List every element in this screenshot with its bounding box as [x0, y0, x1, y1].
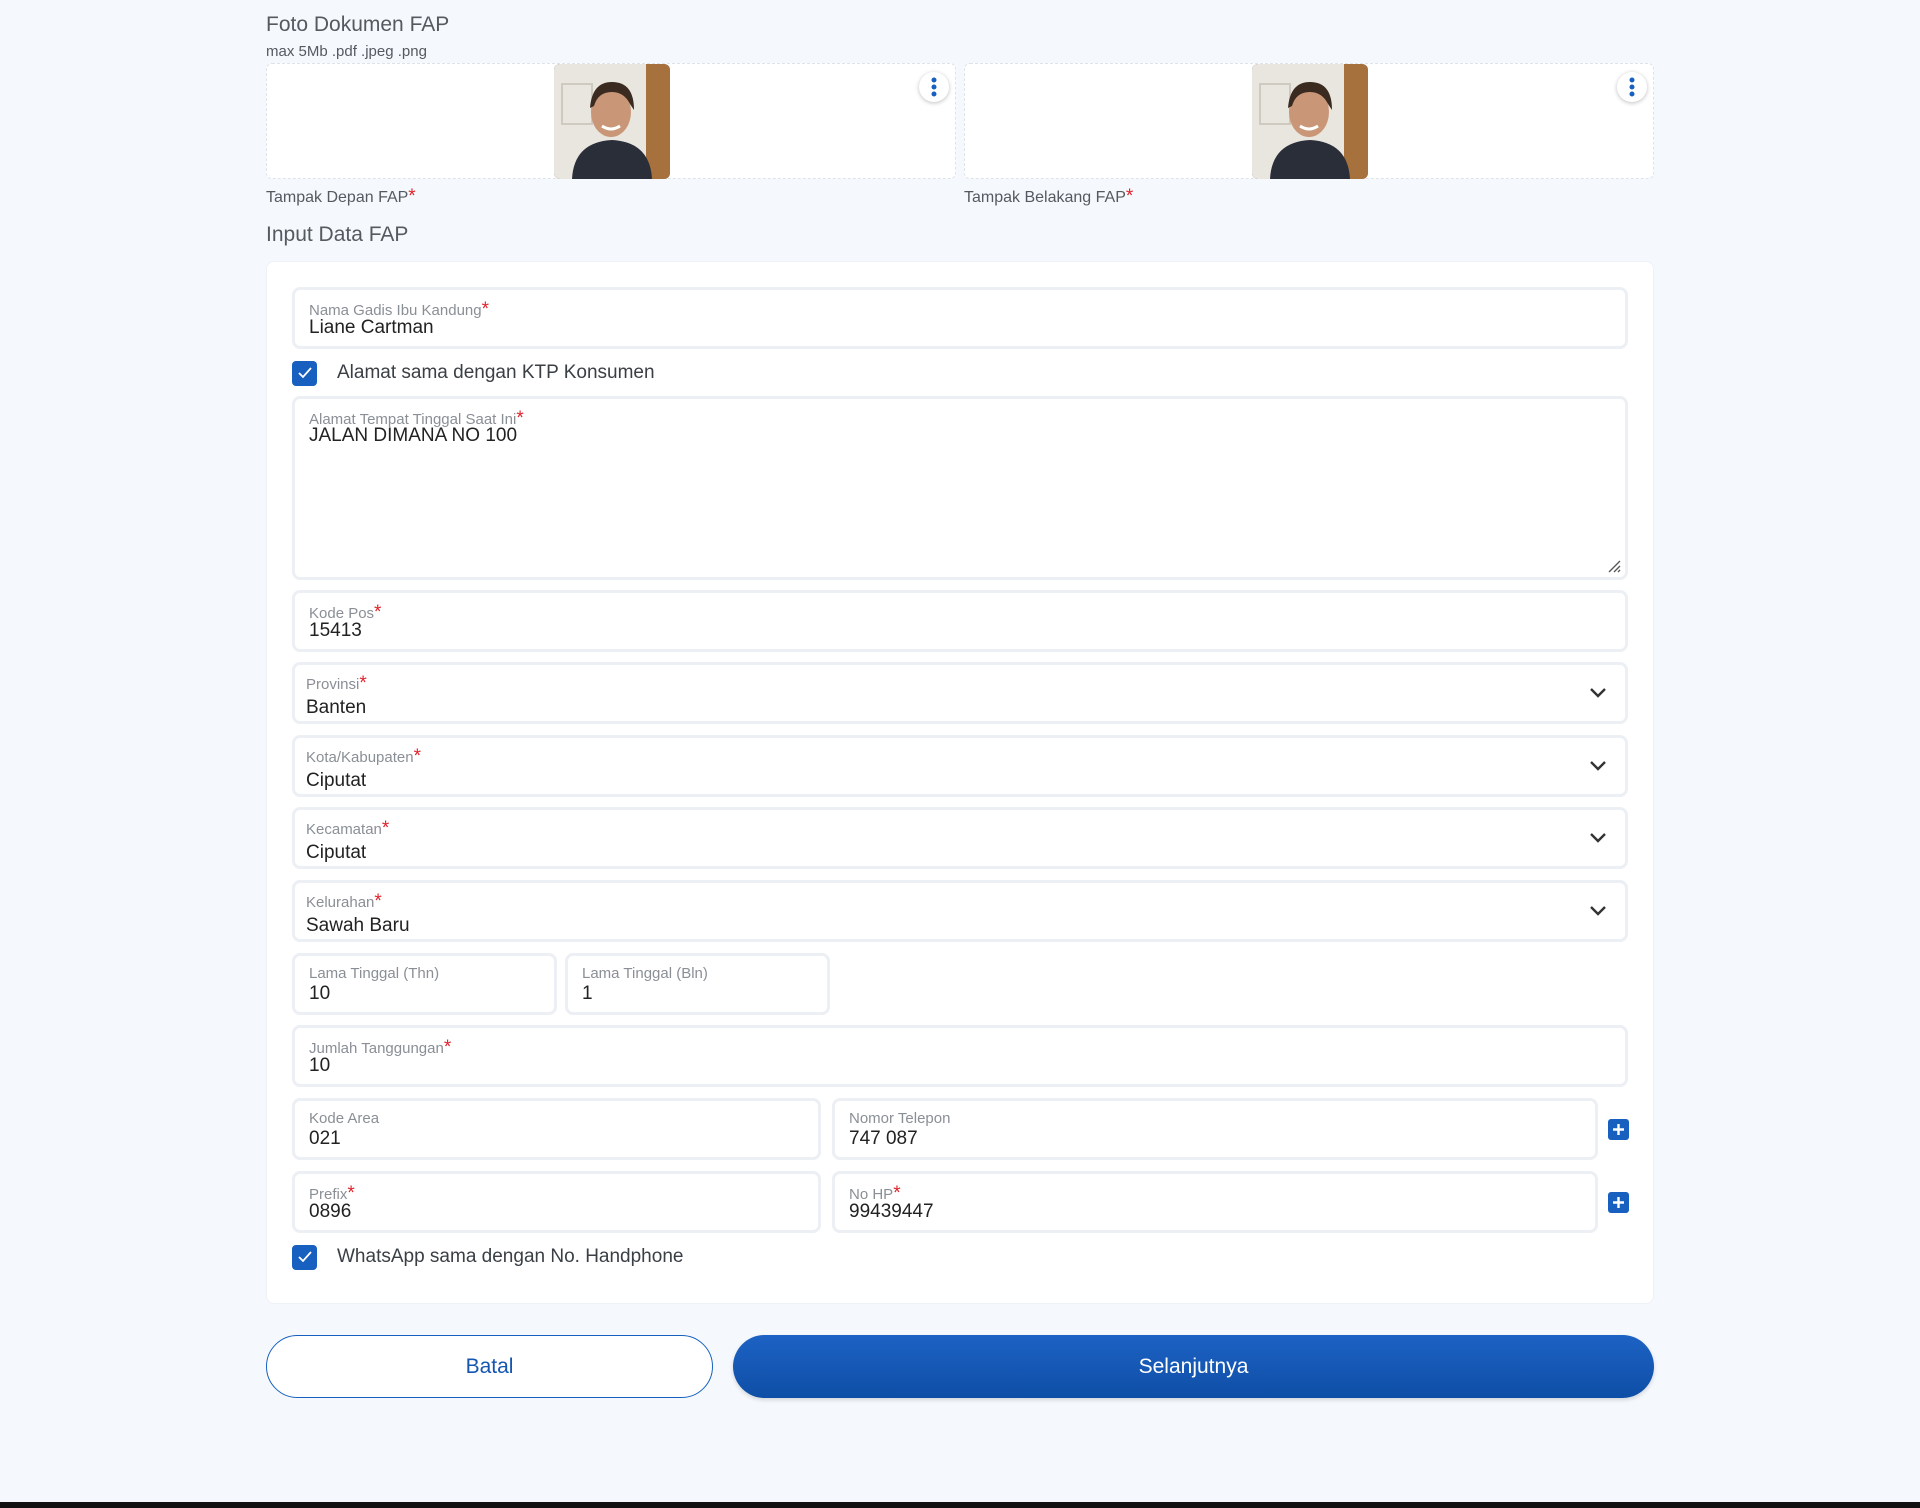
field-value: 0896	[309, 1201, 352, 1222]
upload-front[interactable]	[266, 63, 956, 179]
add-phone-button[interactable]	[1608, 1119, 1629, 1140]
cancel-button[interactable]: Batal	[266, 1335, 713, 1398]
city-select[interactable]: Kota/Kabupaten* Ciputat	[292, 735, 1628, 797]
subdistrict-select[interactable]: Kelurahan* Sawah Baru	[292, 880, 1628, 942]
field-value: Liane Cartman	[309, 317, 434, 338]
field-value: 99439447	[849, 1201, 934, 1222]
dependents-field[interactable]: Jumlah Tanggungan* 10	[292, 1025, 1628, 1087]
stay-months-field[interactable]: Lama Tinggal (Bln) 1	[565, 953, 830, 1015]
check-icon	[297, 1251, 312, 1263]
mobile-field[interactable]: No HP* 99439447	[832, 1171, 1598, 1233]
documents-hint: max 5Mb .pdf .jpeg .png	[266, 43, 427, 60]
field-value: 10	[309, 983, 331, 1004]
required-asterisk: *	[1125, 186, 1134, 207]
bottom-bar	[0, 1502, 1920, 1508]
field-value: 10	[309, 1055, 331, 1076]
add-mobile-button[interactable]	[1608, 1192, 1629, 1213]
kebab-vertical-icon	[931, 77, 937, 97]
field-value: 021	[309, 1128, 341, 1149]
field-value: Sawah Baru	[306, 915, 410, 936]
address-textarea[interactable]: Alamat Tempat Tinggal Saat Ini* JALAN DI…	[292, 396, 1628, 580]
whatsapp-checkbox[interactable]	[292, 1244, 317, 1270]
field-label: Nomor Telepon	[849, 1110, 951, 1127]
chevron-down-icon	[1590, 833, 1606, 843]
documents-title: Foto Dokumen FAP	[266, 13, 450, 36]
plus-icon	[1613, 1197, 1624, 1208]
province-select[interactable]: Provinsi* Banten	[292, 662, 1628, 724]
form-title: Input Data FAP	[266, 223, 409, 246]
chevron-down-icon	[1590, 761, 1606, 771]
plus-icon	[1613, 1124, 1624, 1135]
same-address-label: Alamat sama dengan KTP Konsumen	[337, 362, 655, 383]
mother-name-field[interactable]: Nama Gadis Ibu Kandung* Liane Cartman	[292, 287, 1628, 349]
whatsapp-label: WhatsApp sama dengan No. Handphone	[337, 1246, 684, 1267]
whatsapp-row[interactable]: WhatsApp sama dengan No. Handphone	[292, 1244, 683, 1270]
check-icon	[297, 367, 312, 379]
upload-back[interactable]	[964, 63, 1654, 179]
stay-years-field[interactable]: Lama Tinggal (Thn) 10	[292, 953, 557, 1015]
field-value: 1	[582, 983, 593, 1004]
back-menu-button[interactable]	[1617, 72, 1647, 102]
area-code-field[interactable]: Kode Area 021	[292, 1098, 821, 1160]
phone-field[interactable]: Nomor Telepon 747 087	[832, 1098, 1598, 1160]
field-label: Kota/Kabupaten*	[306, 746, 421, 767]
field-value: Ciputat	[306, 770, 367, 791]
chevron-down-icon	[1590, 688, 1606, 698]
field-label: Lama Tinggal (Bln)	[582, 965, 708, 982]
required-asterisk: *	[408, 186, 416, 207]
postal-code-field[interactable]: Kode Pos* 15413	[292, 590, 1628, 652]
form-card: Nama Gadis Ibu Kandung* Liane Cartman Al…	[266, 261, 1654, 1304]
resize-handle-icon[interactable]	[1605, 557, 1621, 573]
field-label: Kecamatan*	[306, 818, 390, 839]
kebab-vertical-icon	[1629, 77, 1635, 97]
field-value: 15413	[309, 620, 362, 641]
field-value: 747 087	[849, 1128, 918, 1149]
back-photo-thumbnail[interactable]	[1252, 64, 1368, 179]
field-label: Lama Tinggal (Thn)	[309, 965, 440, 982]
same-address-checkbox[interactable]	[292, 360, 317, 386]
field-value: JALAN DIMANA NO 100	[309, 425, 518, 446]
front-photo-thumbnail[interactable]	[554, 64, 670, 179]
field-label: Kode Area	[309, 1110, 380, 1127]
field-value: Banten	[306, 697, 367, 718]
field-label: Kelurahan*	[306, 891, 382, 912]
field-label: Provinsi*	[306, 673, 367, 694]
next-button[interactable]: Selanjutnya	[733, 1335, 1654, 1398]
same-address-row[interactable]: Alamat sama dengan KTP Konsumen	[292, 360, 655, 386]
field-label: Jumlah Tanggungan*	[309, 1037, 452, 1058]
field-value: Ciputat	[306, 842, 367, 863]
prefix-field[interactable]: Prefix* 0896	[292, 1171, 821, 1233]
back-caption: Tampak Belakang FAP*	[964, 186, 1134, 207]
front-caption: Tampak Depan FAP*	[266, 186, 416, 207]
front-menu-button[interactable]	[919, 72, 949, 102]
district-select[interactable]: Kecamatan* Ciputat	[292, 807, 1628, 869]
chevron-down-icon	[1590, 906, 1606, 916]
